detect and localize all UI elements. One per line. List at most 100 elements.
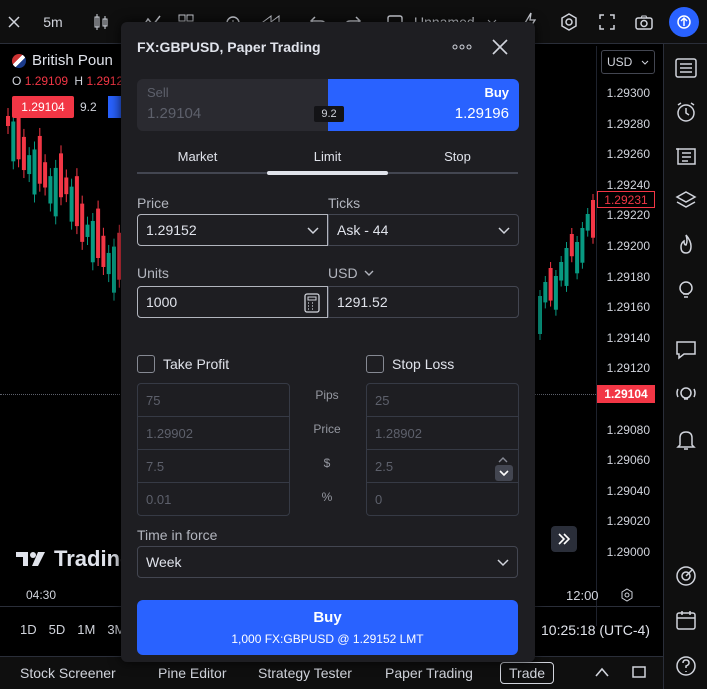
chevron-down-icon [641, 60, 649, 65]
scroll-to-realtime-button[interactable] [551, 526, 577, 552]
price-tick: 1.29000 [606, 545, 650, 559]
range-1m[interactable]: 1M [77, 622, 95, 637]
tab-limit[interactable]: Limit [267, 149, 388, 164]
candle-body [37, 135, 42, 184]
price-tick: 1.29080 [606, 422, 650, 437]
active-tab-indicator [267, 171, 388, 175]
range-1d[interactable]: 1D [20, 622, 37, 637]
symbol-legend[interactable]: British Poun [12, 52, 113, 69]
tab-market[interactable]: Market [137, 149, 258, 164]
units-value: 1000 [146, 294, 178, 310]
sl-percent-input[interactable]: 0 [367, 483, 518, 516]
price-tick: 1.29140 [606, 330, 650, 345]
price-tick: 1.29200 [606, 239, 650, 253]
sell-side-button[interactable]: Sell 1.29104 [137, 79, 328, 131]
price-axis[interactable]: USD 1.29300 1.29280 1.29260 1.29240 1.29220 1… [596, 46, 660, 626]
layers-icon[interactable] [672, 186, 700, 214]
buy-side-button[interactable]: Buy 1.29196 [328, 79, 519, 131]
ideas-bulb-icon[interactable] [672, 276, 700, 304]
price-value: 1.29152 [146, 222, 197, 238]
chat-icon[interactable] [672, 336, 700, 364]
candle-body [564, 248, 569, 286]
dom-target-icon[interactable] [672, 562, 700, 590]
price-input[interactable]: 1.29152 [137, 214, 328, 246]
tab-stock-screener[interactable]: Stock Screener [20, 665, 116, 681]
tab-strategy-tester[interactable]: Strategy Tester [258, 665, 352, 681]
interval-button[interactable]: 5m [35, 0, 71, 44]
pips-row-label: Pips [315, 388, 339, 402]
buy-label: Buy [484, 85, 509, 100]
ticks-select[interactable]: Ask - 44 [328, 214, 519, 246]
currency-selector[interactable]: USD [601, 50, 655, 74]
tp-price-input[interactable]: 1.29902 [138, 417, 289, 450]
settings-icon[interactable] [556, 0, 582, 44]
chevron-down-icon [497, 559, 509, 567]
take-profit-box: 75 1.29902 7.5 0.01 [137, 383, 290, 516]
trade-button[interactable]: Trade [500, 662, 555, 684]
dialog-title: FX:GBPUSD, Paper Trading [137, 39, 321, 55]
range-5d[interactable]: 5D [49, 622, 66, 637]
tp-dollar-input[interactable]: 7.5 [138, 450, 289, 483]
clock[interactable]: 10:25:18 (UTC-4) [541, 622, 650, 638]
tp-percent-input[interactable]: 0.01 [138, 483, 289, 516]
ohlc-values: O 1.29109 H 1.2912 [12, 74, 123, 88]
sl-pips-input[interactable]: 25 [367, 384, 518, 417]
high-value: 1.2912 [86, 74, 124, 88]
time-in-force-select[interactable]: Week [137, 546, 518, 578]
quick-buy-button[interactable] [108, 96, 122, 118]
tp-pips-input[interactable]: 75 [138, 384, 289, 417]
stop-loss-checkbox[interactable] [366, 355, 384, 373]
candle-body [27, 155, 32, 175]
axis-settings-icon[interactable] [620, 588, 634, 607]
candle-body [112, 246, 116, 293]
right-sidebar [663, 44, 707, 689]
candle-body [543, 282, 548, 303]
usd-toggle[interactable]: USD [328, 265, 374, 281]
watchlist-icon[interactable] [672, 54, 700, 82]
chevron-up-icon[interactable] [594, 665, 610, 683]
order-dialog: FX:GBPUSD, Paper Trading Sell 1.29104 Bu… [121, 22, 535, 662]
notifications-bell-icon[interactable] [672, 426, 700, 454]
candle-body [32, 149, 37, 195]
submit-detail: 1,000 FX:GBPUSD @ 1.29152 LMT [231, 632, 424, 646]
tab-stop[interactable]: Stop [397, 149, 518, 164]
sl-price-input[interactable]: 1.28902 [367, 417, 518, 450]
crosshair-icon[interactable] [0, 0, 28, 44]
news-icon[interactable] [672, 142, 700, 170]
alarm-clock-icon[interactable] [672, 98, 700, 126]
sell-price: 1.29104 [147, 105, 202, 122]
candle-body [59, 153, 63, 198]
units-input[interactable]: 1000 [137, 286, 328, 318]
double-chevron-right-icon [558, 533, 571, 545]
stepper-down-icon[interactable] [495, 465, 513, 481]
chevron-down-icon [307, 227, 319, 235]
quick-sell-button[interactable]: 1.29104 [12, 96, 74, 118]
fullscreen-icon[interactable] [594, 0, 620, 44]
close-icon[interactable] [489, 36, 511, 63]
open-label: O [12, 74, 22, 88]
submit-buy-button[interactable]: Buy 1,000 FX:GBPUSD @ 1.29152 LMT [137, 600, 518, 655]
price-tick: 1.29020 [606, 514, 650, 529]
price-row-label: Price [313, 422, 341, 436]
take-profit-checkbox[interactable] [137, 355, 155, 373]
price-tick: 1.29040 [606, 483, 650, 498]
help-icon[interactable] [672, 652, 700, 680]
camera-icon[interactable] [631, 0, 657, 44]
candle-body [580, 228, 585, 263]
tab-pine-editor[interactable]: Pine Editor [158, 665, 226, 681]
calculator-icon[interactable] [303, 293, 321, 313]
candle-body [11, 121, 16, 162]
tab-paper-trading[interactable]: Paper Trading [385, 665, 473, 681]
publish-icon[interactable] [668, 0, 700, 44]
maximize-panel-icon[interactable] [631, 665, 647, 684]
candles-icon[interactable] [88, 0, 114, 44]
usd-amount-input[interactable]: 1291.52 [328, 286, 519, 318]
hotlist-flame-icon[interactable] [672, 230, 700, 258]
more-options-icon[interactable] [451, 38, 473, 61]
sell-label: Sell [147, 85, 169, 100]
price-tick: 1.29240 [606, 177, 650, 192]
high-label: H [74, 74, 84, 88]
idea-stream-icon[interactable] [672, 380, 700, 408]
tv-logo-icon [16, 552, 45, 566]
calendar-icon[interactable] [672, 606, 700, 634]
